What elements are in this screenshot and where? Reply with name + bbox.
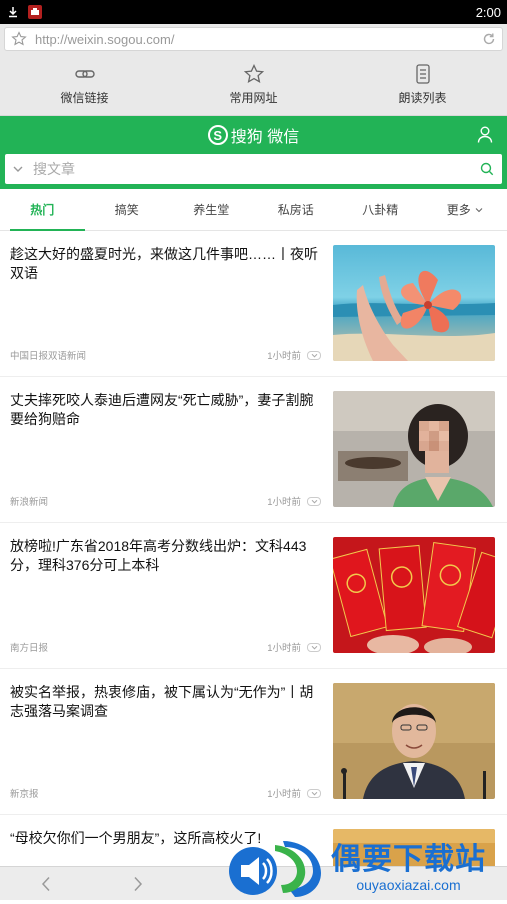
status-time: 2:00: [476, 5, 501, 20]
article-thumbnail[interactable]: [333, 683, 495, 799]
tab-hot[interactable]: 热门: [0, 189, 85, 230]
hand-flower-image: [333, 245, 495, 361]
article-meta: 新京报 1小时前: [10, 786, 321, 800]
tab-gossip[interactable]: 八卦精: [338, 189, 423, 230]
watermark-logo-icon: [225, 837, 325, 899]
back-button[interactable]: [0, 876, 92, 892]
tab-label: 搞笑: [115, 201, 139, 218]
article-thumbnail[interactable]: [333, 537, 495, 653]
article-source: 新京报: [10, 786, 267, 800]
article-item[interactable]: 丈夫摔死咬人泰迪后遭网友“死亡威胁”，妻子割腕要给狗赔命 新浪新闻 1小时前: [0, 377, 507, 523]
app-notification-icon: [28, 5, 42, 19]
watermark-title: 偶要下载站: [331, 843, 486, 877]
article-item[interactable]: 趁这大好的盛夏时光，来做这几件事吧……丨夜听双语 中国日报双语新闻 1小时前: [0, 231, 507, 377]
status-bar: 2:00: [0, 0, 507, 24]
quick-link-reading-list[interactable]: 朗读列表: [338, 54, 507, 115]
article-options-button[interactable]: [307, 497, 321, 506]
chevron-down-icon: [311, 645, 318, 650]
red-envelopes-image: [333, 537, 495, 653]
article-time: 1小时前: [267, 640, 301, 654]
search-placeholder[interactable]: 搜文章: [33, 159, 480, 179]
tab-label: 热门: [30, 201, 54, 218]
user-icon[interactable]: [477, 126, 493, 143]
article-title[interactable]: 放榜啦!广东省2018年高考分数线出炉：文科443分，理科376分可上本科: [10, 537, 321, 575]
sogou-wechat-header: S 搜狗 微信: [0, 116, 507, 154]
watermark-url: ouyaoxiazai.com: [331, 877, 486, 893]
download-icon: [6, 5, 20, 19]
tab-more[interactable]: 更多: [423, 189, 507, 230]
chevron-down-icon[interactable]: [13, 165, 23, 173]
woman-pixelated-image: [333, 391, 495, 507]
quick-link-wechat-link[interactable]: 微信链接: [0, 54, 169, 115]
quick-link-label: 朗读列表: [398, 89, 446, 106]
article-title[interactable]: 丈夫摔死咬人泰迪后遭网友“死亡威胁”，妻子割腕要给狗赔命: [10, 391, 321, 429]
list-icon: [412, 64, 434, 84]
article-time: 1小时前: [267, 348, 301, 362]
article-item[interactable]: 放榜啦!广东省2018年高考分数线出炉：文科443分，理科376分可上本科 南方…: [0, 523, 507, 669]
quick-link-common-sites[interactable]: 常用网址: [169, 54, 338, 115]
article-meta: 新浪新闻 1小时前: [10, 494, 321, 508]
url-text[interactable]: http://weixin.sogou.com/: [35, 32, 482, 47]
sogou-s-icon: S: [208, 125, 228, 145]
search-input[interactable]: 搜文章: [5, 154, 502, 184]
article-time: 1小时前: [267, 494, 301, 508]
brand-title: 搜狗 微信: [231, 123, 299, 147]
article-options-button[interactable]: [307, 789, 321, 798]
link-icon: [74, 64, 96, 84]
quick-link-label: 常用网址: [229, 89, 277, 106]
tab-label: 更多: [447, 201, 471, 218]
article-feed: 趁这大好的盛夏时光，来做这几件事吧……丨夜听双语 中国日报双语新闻 1小时前: [0, 231, 507, 875]
tab-label: 私房话: [278, 201, 314, 218]
star-icon: [243, 64, 265, 84]
search-container: 搜文章: [0, 154, 507, 189]
tab-funny[interactable]: 搞笑: [85, 189, 170, 230]
tab-health[interactable]: 养生堂: [169, 189, 254, 230]
chevron-right-icon: [133, 876, 143, 892]
quick-links-bar: 微信链接 常用网址 朗读列表: [0, 54, 507, 116]
sogou-logo[interactable]: S 搜狗 微信: [208, 123, 299, 147]
article-options-button[interactable]: [307, 643, 321, 652]
article-meta: 南方日报 1小时前: [10, 640, 321, 654]
official-portrait-image: [333, 683, 495, 799]
quick-link-label: 微信链接: [60, 89, 108, 106]
search-icon[interactable]: [480, 162, 494, 176]
article-source: 中国日报双语新闻: [10, 348, 267, 362]
watermark: 偶要下载站 ouyaoxiazai.com: [225, 836, 507, 900]
chevron-down-icon: [311, 353, 318, 358]
reload-icon[interactable]: [482, 32, 496, 46]
chevron-down-icon: [311, 499, 318, 504]
article-source: 南方日报: [10, 640, 267, 654]
article-title[interactable]: 趁这大好的盛夏时光，来做这几件事吧……丨夜听双语: [10, 245, 321, 283]
address-bar[interactable]: http://weixin.sogou.com/: [4, 27, 503, 51]
article-time: 1小时前: [267, 786, 301, 800]
tab-label: 养生堂: [193, 201, 229, 218]
article-title[interactable]: 被实名举报，热衷修庙，被下属认为“无作为”丨胡志强落马案调查: [10, 683, 321, 721]
article-thumbnail[interactable]: [333, 245, 495, 361]
article-thumbnail[interactable]: [333, 391, 495, 507]
article-options-button[interactable]: [307, 351, 321, 360]
tab-private-talk[interactable]: 私房话: [254, 189, 339, 230]
chevron-left-icon: [41, 876, 51, 892]
tab-label: 八卦精: [362, 201, 398, 218]
category-tabs: 热门 搞笑 养生堂 私房话 八卦精 更多: [0, 189, 507, 231]
chevron-down-icon: [475, 207, 483, 213]
article-item[interactable]: 被实名举报，热衷修庙，被下属认为“无作为”丨胡志强落马案调查 新京报 1小时前: [0, 669, 507, 815]
article-meta: 中国日报双语新闻 1小时前: [10, 348, 321, 362]
forward-button[interactable]: [92, 876, 184, 892]
article-source: 新浪新闻: [10, 494, 267, 508]
address-bar-container: http://weixin.sogou.com/: [0, 24, 507, 54]
chevron-down-icon: [311, 791, 318, 796]
bookmark-star-icon[interactable]: [11, 31, 27, 47]
